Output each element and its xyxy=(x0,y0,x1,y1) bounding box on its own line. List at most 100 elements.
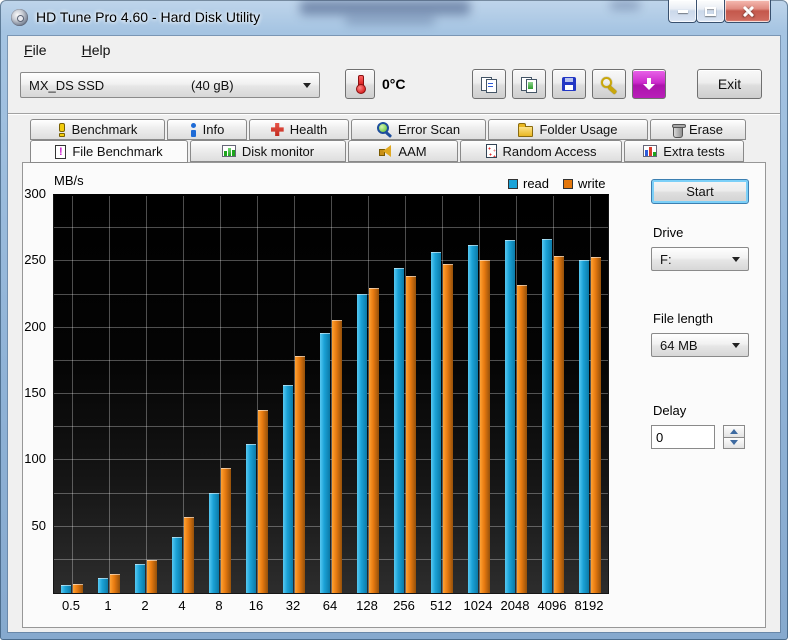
bar-read-16 xyxy=(246,444,256,593)
download-button[interactable] xyxy=(632,69,666,99)
folder-icon xyxy=(518,123,534,137)
x-tick-label: 32 xyxy=(285,598,301,613)
tab-benchmark[interactable]: Benchmark xyxy=(30,119,165,140)
bar-write-512 xyxy=(443,264,453,593)
y-tick-label: 200 xyxy=(24,319,46,334)
tab-aam[interactable]: AAM xyxy=(348,140,458,162)
temperature-value: 0°C xyxy=(382,76,406,92)
x-tick-label: 16 xyxy=(248,598,264,613)
toolbar-buttons xyxy=(472,69,666,99)
drive-combobox-value: F: xyxy=(660,251,672,267)
aam-icon xyxy=(379,144,392,158)
temperature-button[interactable] xyxy=(345,69,375,99)
chevron-down-icon xyxy=(303,82,311,88)
drive-name: MX_DS SSD xyxy=(29,77,105,93)
tab-info[interactable]: Info xyxy=(167,119,247,140)
minimize-icon xyxy=(677,9,688,13)
bar-write-1024 xyxy=(480,260,490,593)
options-button[interactable] xyxy=(592,69,626,99)
bar-read-0.5 xyxy=(61,585,71,593)
bar-read-512 xyxy=(431,252,441,593)
tab-folder-usage[interactable]: Folder Usage xyxy=(488,119,648,140)
wrench-icon xyxy=(601,76,617,92)
close-button[interactable] xyxy=(724,0,771,23)
glass-reflection xyxy=(300,0,470,15)
legend-swatch-read xyxy=(508,178,518,189)
menu-item-help[interactable]: Help xyxy=(78,40,115,60)
chevron-down-icon xyxy=(732,342,740,348)
x-tick-label: 256 xyxy=(393,598,415,613)
thermometer-icon xyxy=(355,74,366,94)
client-area: File Help MX_DS SSD (40 gB) 0°C Exit Benc… xyxy=(8,36,780,632)
tab-label: Folder Usage xyxy=(539,122,618,137)
copy-pages-icon xyxy=(481,76,497,93)
bar-read-256 xyxy=(394,268,404,593)
copy-text-button[interactable] xyxy=(472,69,506,99)
delay-input[interactable] xyxy=(651,425,715,449)
app-window: HD Tune Pro 4.60 - Hard Disk Utility Fil… xyxy=(0,0,788,640)
tab-disk-monitor[interactable]: Disk monitor xyxy=(190,140,346,162)
y-axis-unit-label: MB/s xyxy=(54,173,84,188)
erase-icon xyxy=(672,123,687,138)
tab-extra-tests[interactable]: Extra tests xyxy=(624,140,744,162)
y-tick-label: 150 xyxy=(24,385,46,400)
x-tick-label: 8 xyxy=(215,598,223,613)
tab-label: Disk monitor xyxy=(241,143,315,159)
y-tick-label: 100 xyxy=(24,451,46,466)
bar-read-2048 xyxy=(505,240,515,593)
spinner-up-button[interactable] xyxy=(723,425,745,438)
maximize-button[interactable] xyxy=(696,0,725,23)
tab-random-access[interactable]: Random Access xyxy=(460,140,622,162)
bar-read-2 xyxy=(135,564,145,593)
benchmark-icon xyxy=(58,122,66,137)
save-button[interactable] xyxy=(552,69,586,99)
bar-write-4 xyxy=(184,517,194,593)
bar-read-64 xyxy=(320,333,330,593)
exit-button[interactable]: Exit xyxy=(697,69,762,99)
legend-swatch-write xyxy=(563,178,574,189)
menu-bar: File Help xyxy=(20,40,141,60)
chevron-down-icon xyxy=(732,256,740,262)
download-arrow-icon xyxy=(642,77,656,91)
gridline xyxy=(109,196,110,593)
tab-health[interactable]: Health xyxy=(249,119,349,140)
spinner-down-button[interactable] xyxy=(723,437,745,449)
bar-read-1024 xyxy=(468,245,478,593)
close-icon xyxy=(742,5,754,17)
titlebar: HD Tune Pro 4.60 - Hard Disk Utility xyxy=(0,0,788,36)
x-tick-label: 128 xyxy=(356,598,378,613)
save-icon xyxy=(562,77,576,91)
drive-select[interactable]: MX_DS SSD (40 gB) xyxy=(20,72,320,98)
file-length-combobox[interactable]: 64 MB xyxy=(651,333,749,357)
file-benchmark-icon xyxy=(55,144,67,159)
tab-label: AAM xyxy=(398,143,427,159)
tab-label: Error Scan xyxy=(397,122,461,137)
copy-image-button[interactable] xyxy=(512,69,546,99)
drive-combobox[interactable]: F: xyxy=(651,247,749,271)
bar-write-2 xyxy=(147,560,157,593)
bar-write-2048 xyxy=(517,285,527,593)
bar-write-32 xyxy=(295,356,305,593)
tab-erase[interactable]: Erase xyxy=(650,119,746,140)
file-length-label: File length xyxy=(653,311,713,326)
bar-read-1 xyxy=(98,578,108,593)
tab-row-1: Benchmark Info Health Error Scan Folder Usag… xyxy=(30,119,746,140)
x-tick-label: 4 xyxy=(178,598,186,613)
error-scan-icon xyxy=(376,122,392,137)
drive-label: Drive xyxy=(653,225,684,240)
tab-label: Erase xyxy=(689,122,723,137)
window-title: HD Tune Pro 4.60 - Hard Disk Utility xyxy=(36,9,261,25)
arrow-down-icon xyxy=(730,440,738,446)
tab-file-benchmark[interactable]: File Benchmark xyxy=(30,140,188,163)
legend-item-read: read xyxy=(508,176,549,191)
bar-write-4096 xyxy=(554,256,564,593)
minimize-button[interactable] xyxy=(668,0,697,23)
start-button[interactable]: Start xyxy=(651,179,749,204)
tab-label: File Benchmark xyxy=(72,144,163,159)
menu-item-file[interactable]: File xyxy=(20,40,51,60)
legend-item-write: write xyxy=(563,176,605,191)
bar-write-256 xyxy=(406,276,416,593)
tab-error-scan[interactable]: Error Scan xyxy=(351,119,486,140)
tab-label: Info xyxy=(202,122,225,137)
tab-label: Extra tests xyxy=(663,143,725,159)
